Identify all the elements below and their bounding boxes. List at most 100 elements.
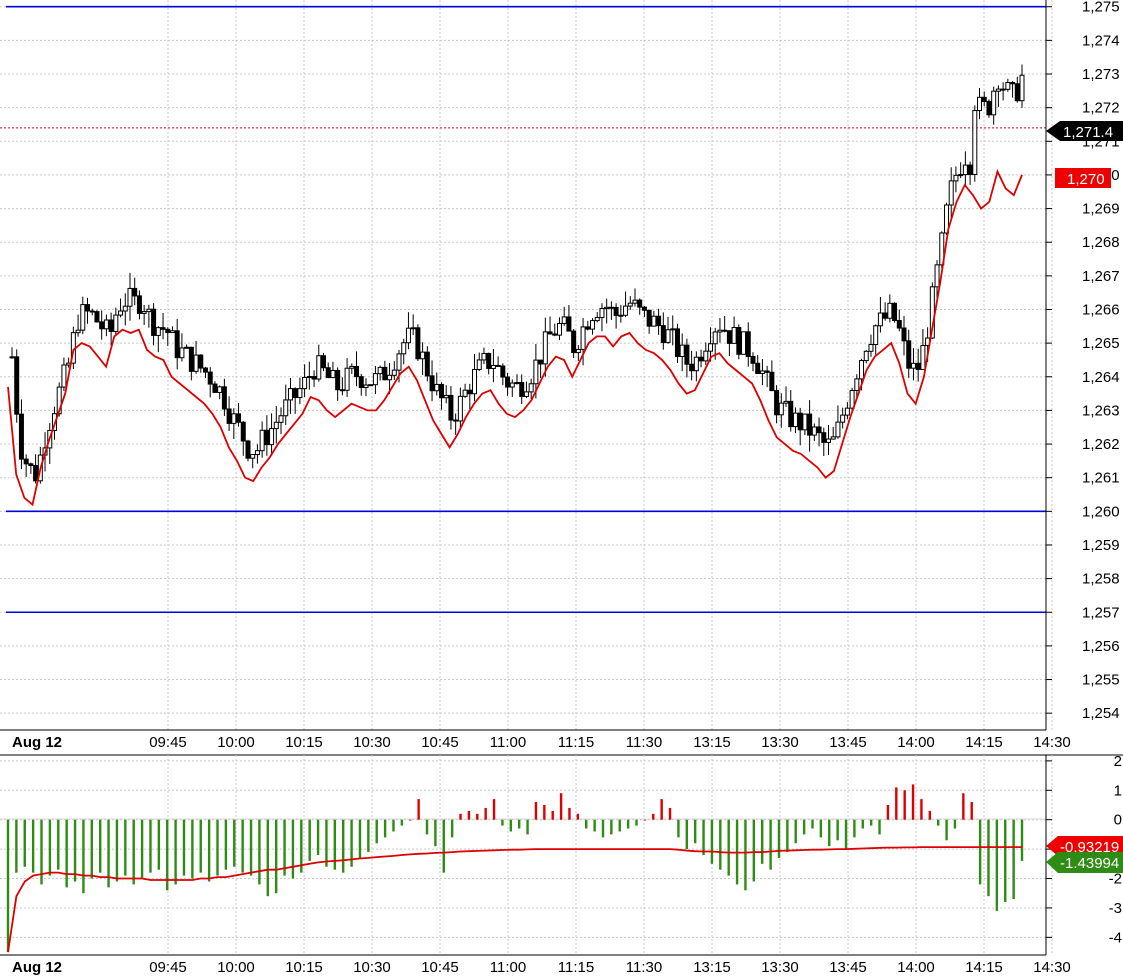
histogram-bar <box>752 819 756 882</box>
price-x-tick-label: 13:30 <box>761 734 799 751</box>
histogram-bar <box>660 799 663 820</box>
histogram-bar <box>526 819 529 835</box>
histogram-bar <box>635 819 638 826</box>
histogram-bar <box>476 813 479 820</box>
histogram-value-tag: -1.43994 <box>1046 852 1123 873</box>
histogram-bar <box>383 819 387 838</box>
histogram-bar <box>811 819 814 829</box>
price-x-tick-label: 10:30 <box>353 734 391 751</box>
histogram-bar <box>249 819 253 876</box>
histogram-bar <box>258 819 261 885</box>
histogram-bar <box>501 819 504 826</box>
histogram-value-label: -1.43994 <box>1060 855 1119 872</box>
last-price-label: 1,271.4 <box>1063 124 1113 141</box>
oscillator-x-tick-label: 11:00 <box>490 959 526 976</box>
price-y-tick-label: 1,265 <box>1082 335 1120 352</box>
oscillator-x-tick-label: 13:45 <box>829 959 867 976</box>
histogram-bar <box>551 810 554 820</box>
histogram-bar <box>65 819 68 888</box>
histogram-bar <box>710 819 714 864</box>
histogram-bar <box>409 819 412 821</box>
oscillator-date-label: Aug 12 <box>12 959 62 976</box>
histogram-bar <box>216 819 219 876</box>
histogram-bar <box>174 819 177 885</box>
histogram-bar <box>928 810 932 820</box>
histogram-bar <box>878 819 881 835</box>
histogram-bar <box>325 819 328 867</box>
candle <box>892 302 898 323</box>
histogram-bar <box>911 784 915 820</box>
histogram-bar <box>585 819 588 829</box>
histogram-bar <box>375 819 378 844</box>
oscillator-x-tick-label: 10:00 <box>217 959 255 976</box>
histogram-bar <box>124 819 127 876</box>
price-y-tick-label: 1,257 <box>1082 604 1120 621</box>
histogram-bar <box>450 819 454 838</box>
price-y-tick-label: 1,266 <box>1082 301 1120 318</box>
histogram-bar <box>534 802 538 820</box>
histogram-bar <box>794 819 797 844</box>
histogram-bar <box>769 819 772 870</box>
price-y-tick-label: 1,263 <box>1082 402 1120 419</box>
candle <box>415 324 421 361</box>
histogram-bar <box>978 819 982 885</box>
histogram-bar <box>719 819 722 870</box>
candle <box>245 439 251 462</box>
histogram-bar <box>802 819 806 835</box>
histogram-bar <box>853 819 856 838</box>
histogram-bar <box>559 793 563 820</box>
oscillator-x-tick-label: 14:00 <box>897 959 935 976</box>
candle <box>14 349 20 423</box>
histogram-bar <box>970 802 973 820</box>
histogram-bar <box>15 819 18 873</box>
price-y-tick-label: 1,262 <box>1082 436 1120 453</box>
price-y-tick-label: 1,255 <box>1082 672 1120 689</box>
histogram-bar <box>442 819 445 873</box>
histogram-bar <box>543 805 546 820</box>
oscillator-y-tick-label: 1 <box>1114 782 1122 799</box>
oscillator-y-tick-label: -3 <box>1109 900 1122 917</box>
histogram-bar <box>987 819 990 897</box>
price-x-tick-label: 11:30 <box>626 734 662 751</box>
price-date-label: Aug 12 <box>12 734 62 751</box>
histogram-bar <box>115 819 119 882</box>
price-y-tick-label: 1,254 <box>1082 705 1120 722</box>
price-x-tick-label: 13:45 <box>829 734 867 751</box>
histogram-bar <box>467 810 471 820</box>
histogram-bar <box>308 819 311 861</box>
histogram-bar <box>786 819 789 853</box>
oscillator-x-tick-label: 11:30 <box>626 959 662 976</box>
histogram-bar <box>601 819 605 838</box>
histogram-bar <box>207 819 211 882</box>
histogram-bar <box>509 819 513 832</box>
oscillator-x-tick-label: 13:15 <box>693 959 731 976</box>
red-line-label: 1,270 <box>1067 171 1105 188</box>
histogram-bar <box>73 819 77 882</box>
price-x-tick-label: 14:00 <box>897 734 935 751</box>
price-y-tick-label: 1,261 <box>1082 470 1120 487</box>
histogram-bar <box>400 819 404 826</box>
histogram-bar <box>82 819 85 894</box>
oscillator-x-tick-label: 14:15 <box>965 959 1003 976</box>
histogram-bar <box>149 819 152 873</box>
oscillator-y-tick-label: 2 <box>1114 753 1122 770</box>
price-y-tick-label: 1,256 <box>1082 638 1120 655</box>
histogram-bar <box>31 819 35 873</box>
histogram-bar <box>425 819 429 835</box>
histogram-bar <box>274 819 278 894</box>
histogram-bar <box>333 819 337 870</box>
histogram-bar <box>1004 819 1007 903</box>
histogram-bar <box>668 807 672 820</box>
oscillator-x-tick-label: 13:30 <box>761 959 799 976</box>
price-y-tick-label: 1,260 <box>1082 503 1120 520</box>
histogram-bar <box>434 819 437 847</box>
price-y-tick-label: 1,264 <box>1082 369 1120 386</box>
oscillator-x-tick-label: 14:30 <box>1033 959 1071 976</box>
histogram-bar <box>869 819 873 826</box>
oscillator-x-tick-label: 10:15 <box>285 959 323 976</box>
histogram-bar <box>90 819 94 879</box>
histogram-bar <box>291 819 295 879</box>
price-y-tick-label: 1,258 <box>1082 571 1120 588</box>
last-price-tag: 1,271.4 <box>1046 121 1123 141</box>
histogram-bar <box>962 793 965 820</box>
